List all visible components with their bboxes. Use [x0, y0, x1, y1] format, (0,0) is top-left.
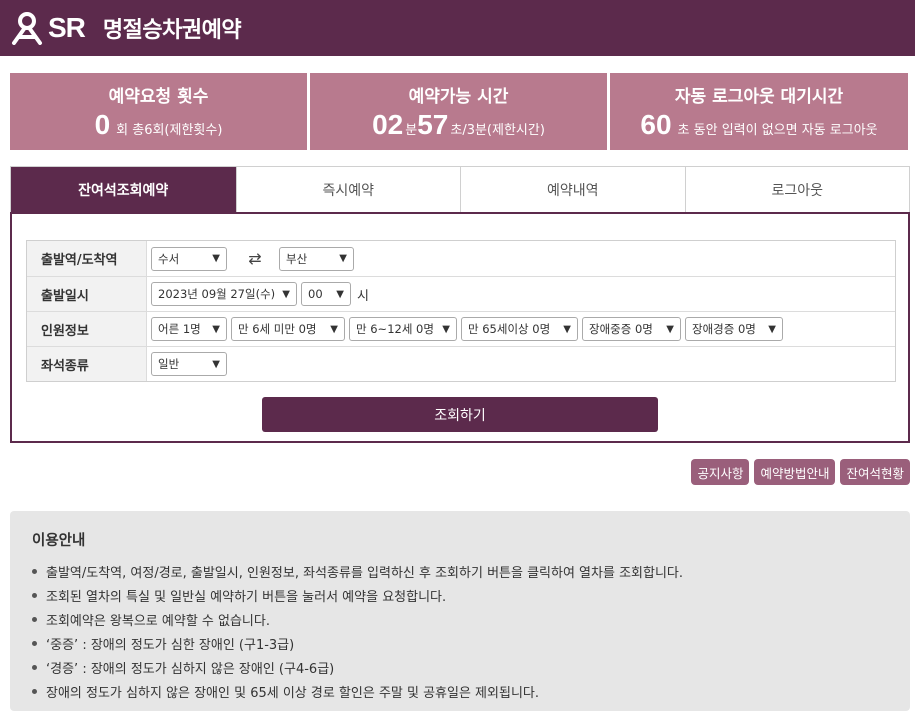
tab-instant-booking[interactable]: 즉시예약 — [235, 167, 460, 213]
minutes-unit: 분 — [405, 123, 418, 138]
datetime-row: 출발일시 2023년 09월 27일(수) ▼ 00 ▼ 시 — [27, 276, 895, 311]
departure-station-select[interactable]: 수서 ▼ — [151, 246, 227, 271]
usage-guide-title: 이용안내 — [32, 533, 86, 549]
tab-logout[interactable]: 로그아웃 — [684, 167, 909, 213]
chevron-down-icon: ▼ — [336, 288, 344, 300]
child-count-select[interactable]: 만 6~12세 0명 ▼ — [349, 317, 457, 341]
usage-guide: 이용안내 출발역/도착역, 여정/경로, 출발일시, 인원정보, 좌석종류를 입… — [10, 511, 910, 711]
mild-disability-count-select[interactable]: 장애경증 0명 ▼ — [685, 317, 783, 341]
request-count-box: 예약요청 횟수 0 회 총6회(제한횟수) — [10, 73, 307, 150]
booking-guide-button[interactable]: 예약방법안내 — [754, 459, 836, 485]
remaining-minutes: 02 — [372, 109, 404, 140]
notice-button[interactable]: 공지사항 — [691, 459, 750, 485]
remaining-time-box: 예약가능 시간 02 분 57 초/3분(제한시간) — [310, 73, 607, 150]
search-form-table: 출발역/도착역 수서 ▼ ⇄ 부산 ▼ 출발일시 2023년 09월 27일(수) ▼… — [26, 240, 896, 382]
request-count-value: 0 — [94, 109, 111, 140]
remaining-time-suffix: 초/3분(제한시간) — [450, 123, 545, 138]
list-item: ‘경증’ : 장애의 정도가 심하지 않은 장애인 (구4-6급) — [32, 655, 888, 679]
list-item: 조회예약은 왕복으로 예약할 수 없습니다. — [32, 607, 888, 631]
list-item: 장애의 정도가 심하지 않은 장애인 및 65세 이상 경로 할인은 주말 및 … — [32, 679, 888, 703]
auto-logout-seconds: 60 — [640, 109, 672, 140]
auto-logout-title: 자동 로그아웃 대기시간 — [674, 87, 844, 107]
arrival-station-select[interactable]: 부산 ▼ — [279, 246, 354, 271]
chevron-down-icon: ▼ — [212, 358, 220, 370]
chevron-down-icon: ▼ — [563, 323, 571, 335]
under6-count-select[interactable]: 만 6세 미만 0명 ▼ — [231, 317, 345, 341]
page-title: 명절승차권예약 — [102, 18, 242, 43]
station-row: 출발역/도착역 수서 ▼ ⇄ 부산 ▼ — [27, 241, 895, 276]
quick-links: 공지사항 예약방법안내 잔여석현황 — [686, 459, 910, 485]
datetime-label: 출발일시 — [27, 277, 147, 311]
swap-stations-icon[interactable]: ⇄ — [231, 249, 279, 268]
passenger-label: 인원정보 — [27, 312, 147, 346]
seat-type-label: 좌석종류 — [27, 347, 147, 381]
severe-disability-count-select[interactable]: 장애중증 0명 ▼ — [582, 317, 681, 341]
tab-seat-inquiry[interactable]: 잔여석조회예약 — [11, 167, 236, 213]
station-label: 출발역/도착역 — [27, 241, 147, 276]
chevron-down-icon: ▼ — [442, 323, 450, 335]
usage-guide-list: 출발역/도착역, 여정/경로, 출발일시, 인원정보, 좌석종류를 입력하신 후… — [32, 559, 888, 703]
chevron-down-icon: ▼ — [212, 323, 220, 335]
senior-count-select[interactable]: 만 65세이상 0명 ▼ — [461, 317, 578, 341]
list-item: 조회된 열차의 특실 및 일반실 예약하기 버튼을 눌러서 예약을 요청합니다. — [32, 583, 888, 607]
hour-unit: 시 — [357, 288, 369, 304]
auto-logout-suffix: 초 동안 입력이 없으면 자동 로그아웃 — [677, 123, 878, 138]
adult-count-select[interactable]: 어른 1명 ▼ — [151, 317, 227, 341]
request-count-suffix: 회 총6회(제한횟수) — [116, 123, 223, 138]
list-item: 출발역/도착역, 여정/경로, 출발일시, 인원정보, 좌석종류를 입력하신 후… — [32, 559, 888, 583]
remaining-seconds: 57 — [417, 109, 449, 140]
chevron-down-icon: ▼ — [330, 323, 338, 335]
app-header: SR 명절승차권예약 — [0, 0, 915, 56]
chevron-down-icon: ▼ — [339, 253, 347, 264]
chevron-down-icon: ▼ — [212, 253, 220, 264]
chevron-down-icon: ▼ — [768, 323, 776, 335]
search-form-panel: 출발역/도착역 수서 ▼ ⇄ 부산 ▼ 출발일시 2023년 09월 27일(수) ▼… — [10, 212, 910, 443]
seat-type-select[interactable]: 일반 ▼ — [151, 352, 227, 376]
chevron-down-icon: ▼ — [282, 288, 290, 300]
status-panel: 예약요청 횟수 0 회 총6회(제한횟수) 예약가능 시간 02 분 57 초/… — [10, 73, 908, 150]
list-item: ‘중증’ : 장애의 정도가 심한 장애인 (구1-3급) — [32, 631, 888, 655]
sr-logo-icon — [12, 12, 42, 45]
remaining-time-title: 예약가능 시간 — [408, 87, 509, 107]
main-tabs: 잔여석조회예약 즉시예약 예약내역 로그아웃 — [10, 166, 910, 213]
tab-booking-history[interactable]: 예약내역 — [460, 167, 685, 213]
request-count-title: 예약요청 횟수 — [108, 87, 209, 107]
passenger-row: 인원정보 어른 1명 ▼ 만 6세 미만 0명 ▼ 만 6~12세 0명 ▼ 만 65… — [27, 311, 895, 346]
logo-text: SR — [48, 12, 86, 43]
auto-logout-box: 자동 로그아웃 대기시간 60 초 동안 입력이 없으면 자동 로그아웃 — [610, 73, 908, 150]
chevron-down-icon: ▼ — [666, 323, 674, 335]
sr-logo[interactable]: SR — [10, 8, 86, 48]
search-button[interactable]: 조회하기 — [262, 397, 658, 432]
departure-date-select[interactable]: 2023년 09월 27일(수) ▼ — [151, 282, 297, 306]
seat-status-button[interactable]: 잔여석현황 — [840, 459, 910, 485]
seat-type-row: 좌석종류 일반 ▼ — [27, 346, 895, 381]
departure-hour-select[interactable]: 00 ▼ — [301, 282, 351, 306]
